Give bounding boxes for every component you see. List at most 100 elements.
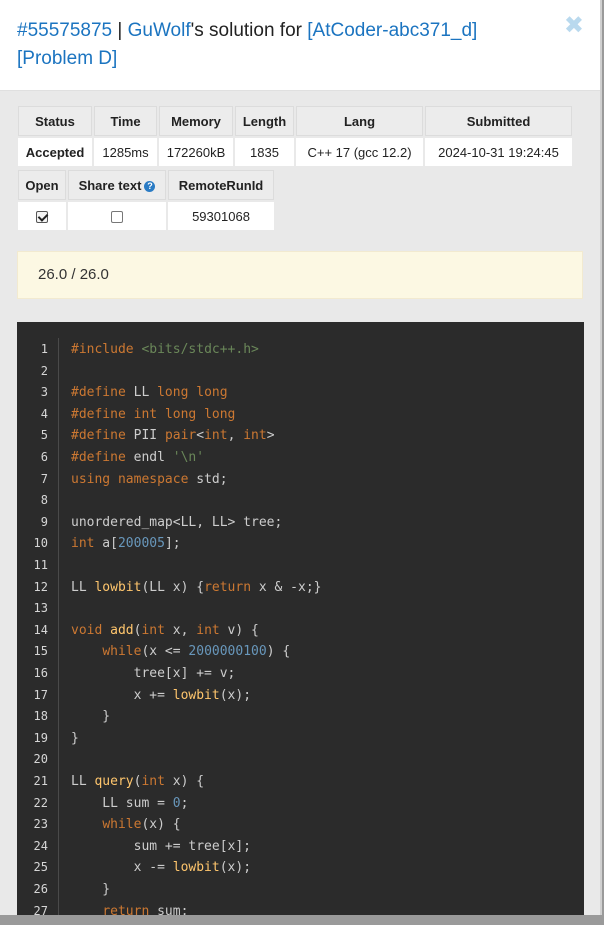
share-cell <box>68 202 166 230</box>
code-text: } <box>71 709 111 725</box>
lang-value: C++ 17 (gcc 12.2) <box>296 138 423 166</box>
code-line: 22 LL sum = 0; <box>17 793 584 815</box>
line-number: 4 <box>40 406 48 421</box>
line-number: 25 <box>33 860 48 875</box>
code-viewer[interactable]: 1 #include <bits/stdc++.h> 2 3 #define LL lo… <box>17 322 584 915</box>
code-line: 18 } <box>17 706 584 728</box>
code-line: 10 int a[200005]; <box>17 533 584 555</box>
code-line: 19} <box>17 728 584 750</box>
submission-meta-table: Open Share text? RemoteRunId 59301068 <box>16 168 276 232</box>
share-text-checkbox[interactable] <box>111 211 123 224</box>
col-status: Status <box>18 106 92 136</box>
code-text: } <box>71 730 79 746</box>
close-icon[interactable]: ✖ <box>564 14 584 38</box>
code-text: #define endl '\n' <box>71 450 205 465</box>
open-cell <box>18 202 66 230</box>
code-line: 13 <box>17 598 584 620</box>
line-number: 19 <box>33 730 48 745</box>
line-number: 15 <box>33 644 48 659</box>
code-text: #define LL long long <box>71 385 228 401</box>
memory-value: 172260kB <box>159 138 233 166</box>
open-checkbox[interactable] <box>36 211 48 224</box>
line-number: 16 <box>33 666 48 680</box>
code-line: 23 while(x) { <box>17 814 584 836</box>
code-text: void add(int x, int v) { <box>71 622 259 638</box>
info-value-row: Accepted 1285ms 172260kB 1835 C++ 17 (gc… <box>18 138 572 166</box>
code-line: 4 #define int long long <box>17 404 584 426</box>
code-line: 3 #define LL long long <box>17 382 584 404</box>
code-text: LL query(int x) { <box>71 774 205 789</box>
time-value: 1285ms <box>94 138 157 166</box>
line-number: 20 <box>33 752 48 767</box>
line-number: 7 <box>40 471 48 486</box>
code-line: 24 sum += tree[x]; <box>17 836 584 858</box>
code-line: 20 <box>17 749 584 771</box>
user-link[interactable]: GuWolf <box>128 20 191 41</box>
line-number: 5 <box>40 428 48 443</box>
code-text: tree[x] += v; <box>71 666 236 681</box>
code-text: unordered_map<LL, LL> tree; <box>71 514 283 530</box>
code-line: 21 LL query(int x) { <box>17 771 584 793</box>
line-number: 1 <box>40 342 48 356</box>
line-number: 8 <box>40 493 48 508</box>
col-time: Time <box>94 106 157 136</box>
help-icon[interactable]: ? <box>144 180 156 192</box>
code-line: 25 x -= lowbit(x); <box>17 857 584 879</box>
modal-title: #55575875 | GuWolf's solution for [AtCod… <box>17 0 552 73</box>
code-text: return sum; <box>102 903 189 915</box>
submission-id-link[interactable]: #55575875 <box>17 20 112 41</box>
line-number: 9 <box>40 514 48 529</box>
meta-header-row: Open Share text? RemoteRunId <box>18 170 274 200</box>
code-text: LL lowbit(LL x) {return x & -x;} <box>71 579 322 595</box>
code-line: 9 unordered_map<LL, LL> tree; <box>17 512 584 534</box>
line-number: 3 <box>40 385 48 400</box>
line-number: 14 <box>33 622 48 637</box>
line-number: 12 <box>33 579 48 594</box>
code-text: } <box>71 882 111 897</box>
code-line: 15 while(x <= 2000000100) { <box>17 641 584 663</box>
code-line: 2 <box>17 361 584 383</box>
col-memory: Memory <box>159 106 233 136</box>
title-separator: | <box>117 20 123 41</box>
col-submitted: Submitted <box>425 106 572 136</box>
line-number: 13 <box>33 601 48 616</box>
code-text: #include <bits/stdc++.h> <box>71 342 259 357</box>
submission-info-table: Status Time Memory Length Lang Submitted… <box>16 104 574 168</box>
code-line: 14 void add(int x, int v) { <box>17 620 584 642</box>
code-line: 11 <box>17 555 584 577</box>
col-length: Length <box>235 106 294 136</box>
line-number: 10 <box>33 536 48 551</box>
code-line: 27 return sum; <box>17 901 584 915</box>
submitted-value: 2024-10-31 19:24:45 <box>425 138 572 166</box>
header-divider <box>0 90 600 91</box>
line-number: 22 <box>33 795 48 810</box>
col-open: Open <box>18 170 66 200</box>
title-suffix: 's solution for <box>190 20 302 41</box>
code-line: 16 tree[x] += v; <box>17 663 584 685</box>
code-line: 6 #define endl '\n' <box>17 447 584 469</box>
line-number: 11 <box>33 558 48 572</box>
code-line: 26 } <box>17 879 584 901</box>
line-number: 6 <box>40 450 48 464</box>
code-line: 12 LL lowbit(LL x) {return x & -x;} <box>17 577 584 599</box>
code-line: 7 using namespace std; <box>17 469 584 491</box>
line-number: 26 <box>33 882 48 896</box>
code-text: #define int long long <box>71 406 236 422</box>
remote-run-id-link[interactable]: 59301068 <box>168 202 274 230</box>
line-number: 27 <box>33 903 48 915</box>
code-line: 17 x += lowbit(x); <box>17 685 584 707</box>
line-number: 23 <box>33 817 48 832</box>
col-lang: Lang <box>296 106 423 136</box>
code-text: #define PII pair<int, int> <box>71 428 275 444</box>
code-text: using namespace std; <box>71 471 228 487</box>
info-header-row: Status Time Memory Length Lang Submitted <box>18 106 572 136</box>
share-text-label: Share text <box>78 177 142 193</box>
modal-header: #55575875 | GuWolf's solution for [AtCod… <box>0 0 600 90</box>
code-text: int a[200005]; <box>71 536 181 552</box>
code-text: x -= lowbit(x); <box>71 860 252 876</box>
line-number: 2 <box>40 363 48 378</box>
code-line: 1 #include <bits/stdc++.h> <box>17 339 584 361</box>
line-number: 21 <box>33 774 48 788</box>
score-box: 26.0 / 26.0 <box>17 251 583 299</box>
code-line: 5 #define PII pair<int, int> <box>17 425 584 447</box>
